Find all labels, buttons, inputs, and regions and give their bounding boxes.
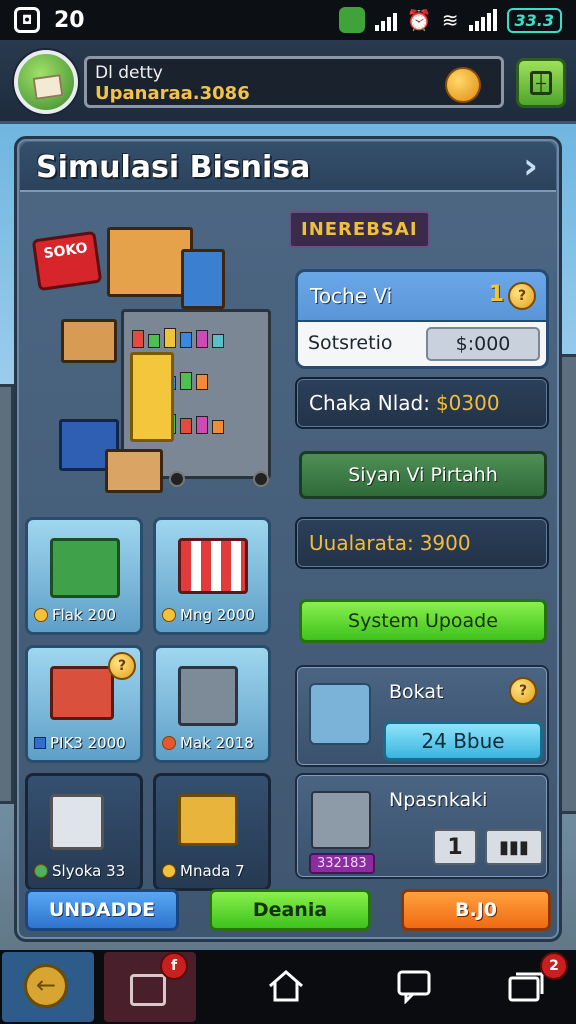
chaka-label: Chaka Nlad: — [309, 391, 430, 415]
interest-badge: INEREBSAI — [289, 211, 430, 248]
chevron-right-icon[interactable]: › — [523, 146, 538, 187]
uala-label: Uualarata: — [309, 531, 414, 555]
product-box-icon — [50, 538, 120, 598]
signal-strength-icon — [468, 9, 497, 31]
tile-label: Flak 200 — [52, 606, 117, 624]
npasnkaki-title: Npasnkaki — [389, 789, 488, 811]
square-icon — [34, 737, 46, 749]
wifi-icon: ≋ — [441, 8, 459, 32]
touche-row: Sotsretio $:000 — [298, 320, 546, 366]
alarm-icon: ⏰ — [406, 8, 432, 32]
profile-bar: Dl detty Upanaraa.3086 ┼ — [0, 40, 576, 124]
cargo-box-icon — [178, 794, 238, 846]
touche-count: 1 — [488, 282, 504, 307]
uala-stat: Uualarata: 3900 — [295, 517, 549, 569]
player-avatar[interactable] — [14, 50, 78, 114]
player-name: Dl detty — [95, 63, 163, 83]
touche-label: Toche Vi — [310, 284, 393, 308]
navigation-bar: ← f 2 — [0, 950, 576, 1024]
system-upgrade-button[interactable]: System Upoade — [299, 599, 547, 643]
tile-label: PIK3 2000 — [50, 734, 126, 752]
coin-icon — [162, 864, 176, 878]
blocks-icon — [309, 683, 371, 745]
game-app-icon — [338, 7, 365, 33]
deania-button[interactable]: Deania — [209, 889, 371, 931]
npasnkaki-chip: 332183 — [309, 853, 375, 874]
back-arrow-icon: ← — [24, 964, 68, 1008]
shop-cart-illustration: SOKO — [31, 209, 301, 509]
recents-square-icon[interactable] — [394, 968, 434, 1005]
item-tile-4[interactable]: Mak 2018 — [153, 645, 271, 763]
npasnkaki-card[interactable]: Npasnkaki 1 ▮▮▮ 332183 — [295, 773, 549, 879]
orange-action-button[interactable]: B.J0 — [401, 889, 551, 931]
siyan-button[interactable]: Siyan Vi Pirtahh — [299, 451, 547, 499]
touche-card[interactable]: Toche Vi 1 ? Sotsretio $:000 — [295, 269, 549, 369]
status-bar: ◘ 20 ⏰ ≋ 33.3 — [0, 0, 576, 40]
item-tile-5[interactable]: Slyoka 33 — [25, 773, 143, 891]
coin-icon — [34, 608, 48, 622]
item-tile-2[interactable]: Mng 2000 — [153, 517, 271, 635]
stats-bars-icon[interactable]: ▮▮▮ — [485, 829, 543, 865]
ledger-icon: ┼ — [530, 71, 552, 95]
tile-label: Mnada 7 — [180, 862, 245, 880]
coin-bag-icon[interactable] — [445, 67, 481, 103]
bokat-card[interactable]: Bokat ? 24 Bbue — [295, 665, 549, 767]
bokat-title: Bokat — [389, 681, 444, 703]
register-icon — [50, 794, 104, 850]
gift-crate-icon — [50, 666, 114, 720]
business-panel: Simulasi Bisnisa › SOKO INEREBSAI Toche … — [14, 136, 562, 942]
house-icon — [130, 974, 166, 1006]
panel-title: Simulasi Bisnisa — [36, 150, 311, 185]
item-tile-6[interactable]: Mnada 7 — [153, 773, 271, 891]
player-info[interactable]: Dl detty Upanaraa.3086 — [84, 56, 504, 108]
update-button[interactable]: UNDADDE — [25, 889, 179, 931]
coin-icon — [162, 608, 176, 622]
home-icon[interactable] — [266, 968, 306, 1004]
panel-header: Simulasi Bisnisa › — [20, 142, 556, 192]
app-notification-icon: ◘ — [14, 7, 40, 33]
coin-icon: ? — [508, 282, 536, 310]
item-tile-1[interactable]: Flak 200 — [25, 517, 143, 635]
npasnkaki-count: 1 — [433, 829, 477, 865]
uala-value: 3900 — [419, 531, 471, 555]
cooler-icon — [311, 791, 371, 849]
heart-icon — [162, 736, 176, 750]
coin-icon: ? — [509, 677, 537, 705]
globe-icon — [34, 864, 48, 878]
tile-label: Slyoka 33 — [52, 862, 126, 880]
overview-icon[interactable] — [506, 968, 546, 1004]
chaka-value: $0300 — [435, 391, 500, 415]
player-currency: Upanaraa.3086 — [95, 83, 250, 104]
touche-row-value[interactable]: $:000 — [426, 327, 540, 361]
menu-button[interactable]: ┼ — [516, 58, 566, 108]
signal-icon — [374, 9, 397, 31]
shop-sign-icon: SOKO — [31, 230, 103, 292]
bokat-action-button[interactable]: 24 Bbue — [383, 721, 543, 761]
notification-badge: 2 — [540, 952, 568, 980]
item-tile-3[interactable]: ? PIK3 2000 — [25, 645, 143, 763]
tile-label: Mak 2018 — [180, 734, 254, 752]
tile-label: Mng 2000 — [180, 606, 255, 624]
recent-app-2[interactable]: f — [104, 952, 196, 1022]
machine-icon — [178, 666, 238, 726]
coin-icon: ? — [108, 652, 136, 680]
notification-badge: f — [160, 952, 188, 980]
battery-indicator: 33.3 — [506, 7, 562, 33]
chaka-stat: Chaka Nlad: $0300 — [295, 377, 549, 429]
status-time: 20 — [54, 7, 85, 33]
market-stall-icon — [178, 538, 248, 594]
touche-row-label: Sotsretio — [308, 332, 393, 354]
recent-app-1[interactable]: ← — [2, 952, 94, 1022]
